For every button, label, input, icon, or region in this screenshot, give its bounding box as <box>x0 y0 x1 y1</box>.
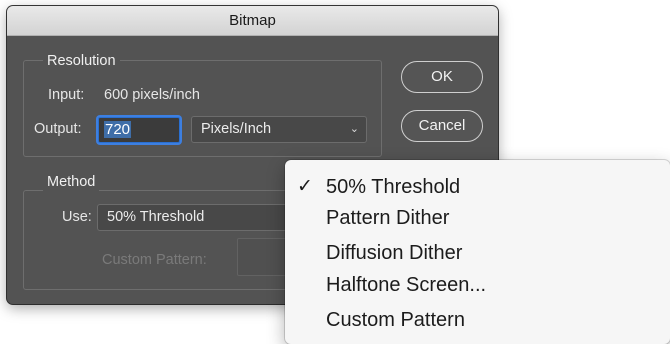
chevron-down-icon: ⌄ <box>349 123 359 135</box>
method-group-title: Method <box>43 173 100 191</box>
output-label: Output: <box>34 121 82 137</box>
resolution-unit-select[interactable]: Pixels/Inch ⌄ <box>191 116 367 143</box>
resolution-unit-value: Pixels/Inch <box>201 121 272 137</box>
menu-item-diffusion-dither[interactable]: Diffusion Dither <box>285 238 670 268</box>
menu-item-pattern-dither[interactable]: Pattern Dither <box>285 203 670 233</box>
method-dropdown-menu: ✓ 50% Threshold Pattern Dither Diffusion… <box>285 160 670 344</box>
menu-item-custom-pattern[interactable]: Custom Pattern <box>285 305 670 335</box>
use-label: Use: <box>62 209 92 225</box>
menu-item-halftone-screen[interactable]: Halftone Screen... <box>285 270 670 300</box>
menu-item-50-threshold[interactable]: ✓ 50% Threshold <box>285 172 670 202</box>
method-select-value: 50% Threshold <box>107 209 205 225</box>
menu-item-label: Pattern Dither <box>326 207 450 229</box>
menu-item-label: Custom Pattern <box>326 309 465 331</box>
cancel-button[interactable]: Cancel <box>401 110 483 142</box>
menu-item-label: Diffusion Dither <box>326 242 463 264</box>
menu-item-label: 50% Threshold <box>326 176 461 198</box>
checkmark-icon: ✓ <box>297 176 313 197</box>
menu-item-label: Halftone Screen... <box>326 274 487 296</box>
output-resolution-value: 720 <box>104 121 132 138</box>
ok-button[interactable]: OK <box>401 61 483 93</box>
output-resolution-input[interactable]: 720 <box>98 117 180 143</box>
method-select[interactable]: 50% Threshold <box>97 204 297 231</box>
custom-pattern-label: Custom Pattern: <box>102 252 207 268</box>
dialog-title: Bitmap <box>7 6 498 36</box>
resolution-group-title: Resolution <box>43 52 120 70</box>
custom-pattern-picker <box>237 238 287 276</box>
input-value: 600 pixels/inch <box>104 87 200 103</box>
input-label: Input: <box>48 87 85 103</box>
